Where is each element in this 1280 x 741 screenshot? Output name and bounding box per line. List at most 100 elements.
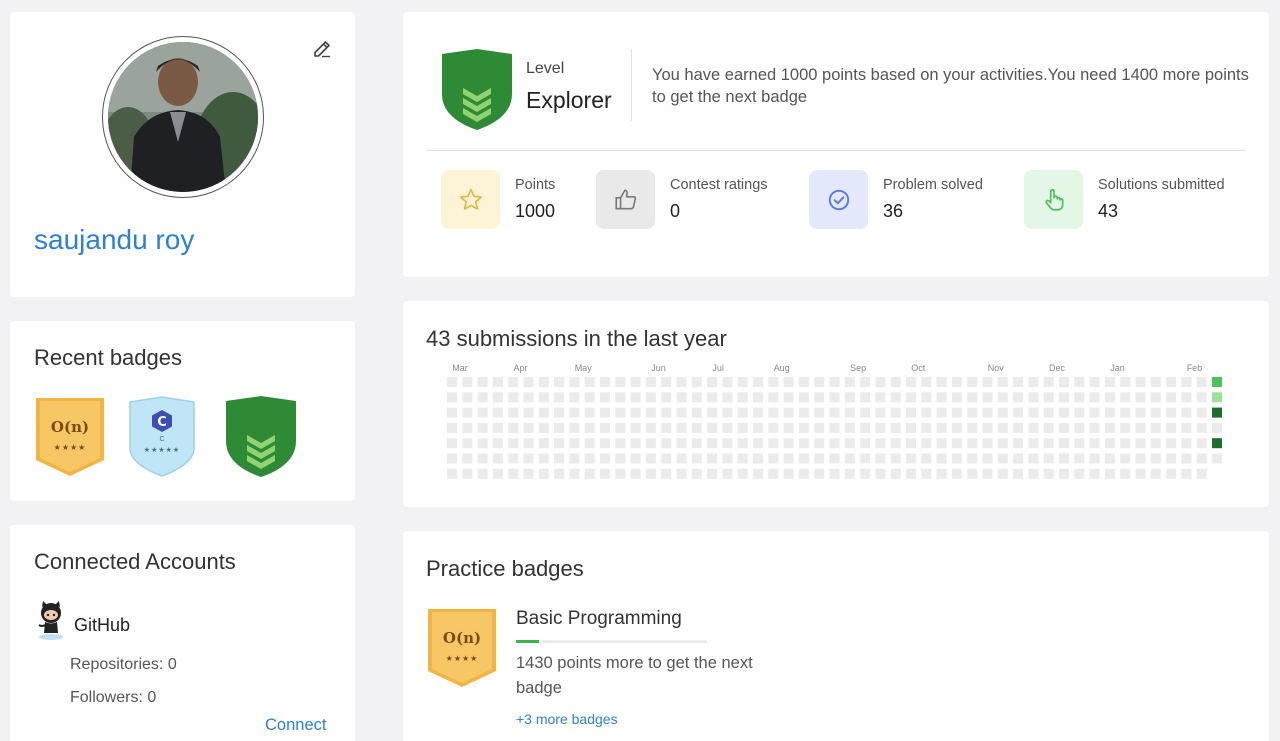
heatmap-cell[interactable] bbox=[691, 377, 702, 387]
heatmap-cell[interactable] bbox=[1028, 453, 1039, 464]
heatmap-cell[interactable] bbox=[860, 392, 871, 403]
heatmap-cell[interactable] bbox=[1104, 453, 1115, 464]
heatmap-cell[interactable] bbox=[538, 392, 549, 403]
heatmap-cell[interactable] bbox=[860, 468, 871, 479]
heatmap-cell[interactable] bbox=[1089, 453, 1100, 464]
heatmap-cell[interactable] bbox=[1150, 422, 1161, 433]
heatmap-cell[interactable] bbox=[661, 453, 672, 464]
heatmap-cell[interactable] bbox=[630, 438, 641, 449]
heatmap-cell[interactable] bbox=[1196, 453, 1207, 464]
heatmap-cell[interactable] bbox=[569, 377, 580, 387]
heatmap-cell[interactable] bbox=[523, 468, 534, 479]
heatmap-cell[interactable] bbox=[860, 422, 871, 433]
heatmap-cell[interactable] bbox=[1166, 438, 1177, 449]
heatmap-cell[interactable] bbox=[569, 453, 580, 464]
heatmap-cell[interactable] bbox=[768, 377, 779, 387]
heatmap-cell[interactable] bbox=[630, 407, 641, 418]
heatmap-cell[interactable] bbox=[676, 468, 687, 479]
heatmap-cell[interactable] bbox=[1120, 453, 1131, 464]
heatmap-cell[interactable] bbox=[798, 438, 809, 449]
heatmap-cell[interactable] bbox=[936, 392, 947, 403]
heatmap-cell[interactable] bbox=[1212, 422, 1222, 433]
heatmap-cell[interactable] bbox=[875, 453, 886, 464]
heatmap-cell[interactable] bbox=[1150, 392, 1161, 403]
heatmap-cell[interactable] bbox=[1135, 468, 1146, 479]
heatmap-cell[interactable] bbox=[584, 438, 595, 449]
heatmap-cell[interactable] bbox=[661, 468, 672, 479]
heatmap-cell[interactable] bbox=[492, 422, 503, 433]
heatmap-cell[interactable] bbox=[783, 392, 794, 403]
heatmap-cell[interactable] bbox=[936, 453, 947, 464]
heatmap-cell[interactable] bbox=[737, 468, 748, 479]
heatmap-cell[interactable] bbox=[982, 438, 993, 449]
heatmap-cell[interactable] bbox=[753, 453, 763, 464]
heatmap-cell[interactable] bbox=[921, 377, 932, 387]
heatmap-cell[interactable] bbox=[921, 453, 932, 464]
heatmap-cell[interactable] bbox=[615, 438, 626, 449]
heatmap-cell[interactable] bbox=[600, 392, 610, 403]
heatmap-cell[interactable] bbox=[569, 468, 580, 479]
heatmap-cell[interactable] bbox=[1181, 377, 1192, 387]
heatmap-cell[interactable] bbox=[951, 438, 962, 449]
heatmap-cell[interactable] bbox=[1196, 392, 1207, 403]
heatmap-cell[interactable] bbox=[722, 438, 733, 449]
heatmap-cell[interactable] bbox=[768, 468, 779, 479]
heatmap-cell[interactable] bbox=[630, 377, 641, 387]
heatmap-cell[interactable] bbox=[477, 438, 488, 449]
edit-pencil-icon[interactable] bbox=[311, 38, 333, 60]
heatmap-cell[interactable] bbox=[1181, 407, 1192, 418]
heatmap-cell[interactable] bbox=[691, 392, 702, 403]
heatmap-cell[interactable] bbox=[462, 422, 473, 433]
heatmap-cell[interactable] bbox=[906, 453, 916, 464]
heatmap-cell[interactable] bbox=[1013, 453, 1024, 464]
heatmap-cell[interactable] bbox=[814, 468, 825, 479]
heatmap-cell[interactable] bbox=[508, 438, 519, 449]
heatmap-cell[interactable] bbox=[523, 407, 534, 418]
heatmap-cell[interactable] bbox=[707, 453, 718, 464]
heatmap-cell[interactable] bbox=[676, 392, 687, 403]
heatmap-cell[interactable] bbox=[1104, 392, 1115, 403]
heatmap-cell[interactable] bbox=[1013, 468, 1024, 479]
heatmap-cell[interactable] bbox=[722, 422, 733, 433]
heatmap-cell[interactable] bbox=[1074, 377, 1085, 387]
heatmap-cell[interactable] bbox=[1212, 392, 1222, 403]
heatmap-cell[interactable] bbox=[661, 392, 672, 403]
heatmap-cell[interactable] bbox=[967, 453, 978, 464]
heatmap-cell[interactable] bbox=[997, 392, 1008, 403]
heatmap-cell[interactable] bbox=[691, 407, 702, 418]
heatmap-cell[interactable] bbox=[462, 407, 473, 418]
heatmap-cell[interactable] bbox=[814, 407, 825, 418]
heatmap-cell[interactable] bbox=[1059, 453, 1069, 464]
heatmap-cell[interactable] bbox=[1074, 407, 1085, 418]
heatmap-cell[interactable] bbox=[538, 453, 549, 464]
heatmap-cell[interactable] bbox=[997, 407, 1008, 418]
heatmap-cell[interactable] bbox=[1059, 377, 1069, 387]
heatmap-cell[interactable] bbox=[814, 422, 825, 433]
heatmap-cell[interactable] bbox=[554, 453, 565, 464]
heatmap-cell[interactable] bbox=[1089, 438, 1100, 449]
heatmap-cell[interactable] bbox=[768, 392, 779, 403]
heatmap-cell[interactable] bbox=[737, 392, 748, 403]
heatmap-cell[interactable] bbox=[707, 392, 718, 403]
heatmap-cell[interactable] bbox=[523, 453, 534, 464]
heatmap-cell[interactable] bbox=[1196, 422, 1207, 433]
heatmap-cell[interactable] bbox=[860, 407, 871, 418]
badge-complexity[interactable]: O(n) ★★★★ bbox=[34, 396, 106, 478]
heatmap-cell[interactable] bbox=[523, 377, 534, 387]
heatmap-cell[interactable] bbox=[1028, 438, 1039, 449]
heatmap-cell[interactable] bbox=[447, 438, 457, 449]
heatmap-cell[interactable] bbox=[875, 392, 886, 403]
heatmap-cell[interactable] bbox=[798, 468, 809, 479]
heatmap-cell[interactable] bbox=[783, 422, 794, 433]
heatmap-cell[interactable] bbox=[1013, 407, 1024, 418]
heatmap-cell[interactable] bbox=[1089, 468, 1100, 479]
heatmap-cell[interactable] bbox=[1074, 392, 1085, 403]
heatmap-cell[interactable] bbox=[707, 377, 718, 387]
heatmap-cell[interactable] bbox=[1150, 453, 1161, 464]
heatmap-cell[interactable] bbox=[691, 422, 702, 433]
heatmap-cell[interactable] bbox=[1043, 438, 1054, 449]
heatmap-cell[interactable] bbox=[492, 468, 503, 479]
heatmap-cell[interactable] bbox=[569, 438, 580, 449]
heatmap-cell[interactable] bbox=[967, 422, 978, 433]
heatmap-cell[interactable] bbox=[860, 438, 871, 449]
